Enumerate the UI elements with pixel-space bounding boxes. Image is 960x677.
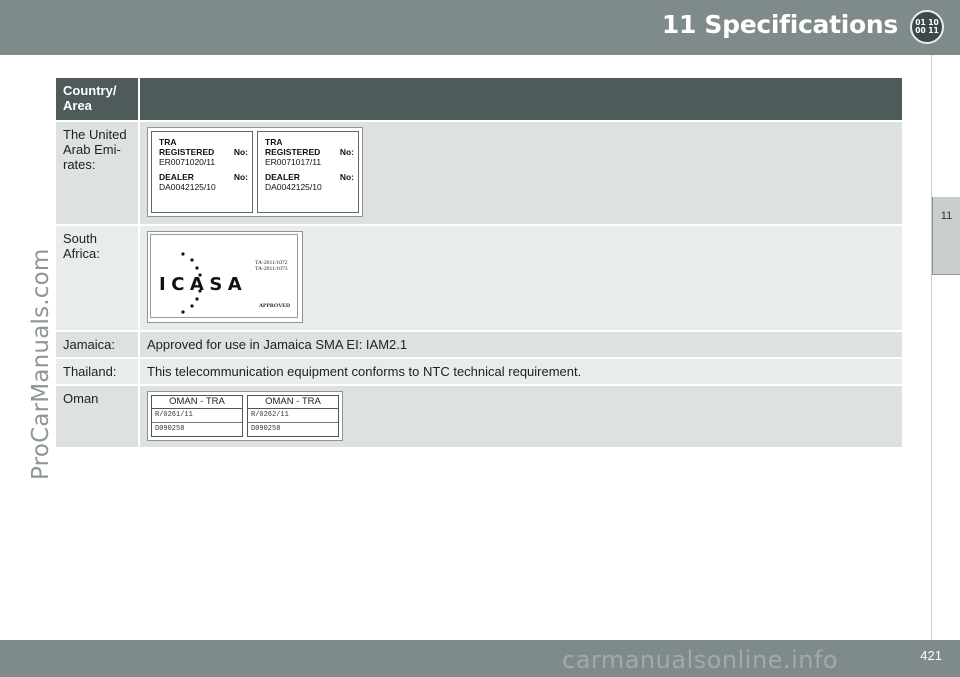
- tra-title: TRA: [265, 137, 283, 147]
- page-number: 421: [920, 648, 942, 663]
- tra-dealer-no-label: No:: [233, 172, 248, 182]
- certification-table: Country/ Area The United Arab Emi-rates:…: [56, 78, 904, 447]
- table-header-row: Country/ Area: [56, 78, 904, 121]
- chapter-binary-icon: 01 10 00 11: [910, 10, 944, 44]
- icasa-approval-label: ICASA TA-2011/1072 TA-2011/1073 APPROVED: [147, 231, 303, 323]
- approval-text: This telecommunication equipment conform…: [139, 357, 904, 385]
- country-cell: Thailand:: [56, 357, 140, 385]
- approval-cell: ICASA TA-2011/1072 TA-2011/1073 APPROVED: [139, 224, 904, 331]
- table-row-uae: The United Arab Emi-rates: TRA REGISTERE…: [56, 120, 904, 225]
- tra-reg-no-label: No:: [339, 147, 354, 157]
- tra-dealer-number: DA0042125/10: [159, 182, 216, 192]
- tra-dealer-no-label: No:: [339, 172, 354, 182]
- oman-label-line-1: R/0262/11: [248, 409, 338, 423]
- header-blank: [139, 78, 904, 121]
- table-row-south-africa: South Africa: ICASA TA-2011/1072 TA-2011…: [56, 224, 904, 331]
- header-country-area: Country/ Area: [56, 78, 140, 121]
- tra-reg-number: ER0071020/11: [159, 157, 216, 167]
- icasa-ta-2: TA-2011/1073: [255, 266, 288, 272]
- chapter-icon-row-2: 00 11: [915, 26, 939, 35]
- icasa-logo: ICASA TA-2011/1072 TA-2011/1073 APPROVED: [159, 252, 290, 314]
- table-row-thailand: Thailand: This telecommunication equipme…: [56, 357, 904, 385]
- side-divider: [931, 55, 932, 640]
- table-row-oman: Oman OMAN - TRA R/0261/11 D090258 OMAN -…: [56, 384, 904, 447]
- tra-title: TRA: [159, 137, 177, 147]
- tra-reg-label: REGISTERED: [159, 147, 215, 157]
- country-cell: The United Arab Emi-rates:: [56, 120, 140, 225]
- tra-dealer-label: DEALER: [265, 172, 300, 182]
- tra-reg-number: ER0071017/11: [265, 157, 322, 167]
- icasa-approved: APPROVED: [259, 303, 290, 309]
- country-cell: Oman: [56, 384, 140, 447]
- tra-reg-label: REGISTERED: [265, 147, 321, 157]
- approval-cell: OMAN - TRA R/0261/11 D090258 OMAN - TRA …: [139, 384, 904, 447]
- tra-badge: TRA REGISTERED No: ER0071017/11 DEALER No:…: [257, 131, 359, 213]
- country-cell: South Africa:: [56, 224, 140, 331]
- oman-label-group: OMAN - TRA R/0261/11 D090258 OMAN - TRA …: [147, 391, 343, 441]
- tra-badge-group: TRA REGISTERED No: ER0071020/11 DEALER No:…: [147, 127, 363, 217]
- side-tab-label: 11: [940, 210, 953, 222]
- oman-label-line-2: D090258: [155, 425, 185, 433]
- oman-label-line-1: R/0261/11: [152, 409, 242, 423]
- footer-watermark: carmanualsonline.info: [562, 646, 839, 674]
- tra-dealer-label: DEALER: [159, 172, 194, 182]
- approval-text: Approved for use in Jamaica SMA EI: IAM2…: [139, 330, 904, 358]
- tra-reg-no-label: No:: [233, 147, 248, 157]
- oman-label-title: OMAN - TRA: [152, 396, 242, 409]
- oman-label-title: OMAN - TRA: [248, 396, 338, 409]
- page-title: 11 Specifications: [661, 10, 898, 39]
- country-cell: Jamaica:: [56, 330, 140, 358]
- oman-tra-label: OMAN - TRA R/0262/11 D090258: [247, 395, 339, 437]
- table-row-jamaica: Jamaica: Approved for use in Jamaica SMA…: [56, 330, 904, 358]
- approval-cell: TRA REGISTERED No: ER0071020/11 DEALER No:…: [139, 120, 904, 225]
- chapter-side-tab[interactable]: 11: [932, 197, 960, 275]
- side-watermark: ProCarManuals.com: [28, 248, 54, 481]
- oman-label-line-2: D090258: [251, 425, 281, 433]
- icasa-wordmark: ICASA: [159, 274, 247, 295]
- oman-tra-label: OMAN - TRA R/0261/11 D090258: [151, 395, 243, 437]
- tra-dealer-number: DA0042125/10: [265, 182, 322, 192]
- tra-badge: TRA REGISTERED No: ER0071020/11 DEALER No:…: [151, 131, 253, 213]
